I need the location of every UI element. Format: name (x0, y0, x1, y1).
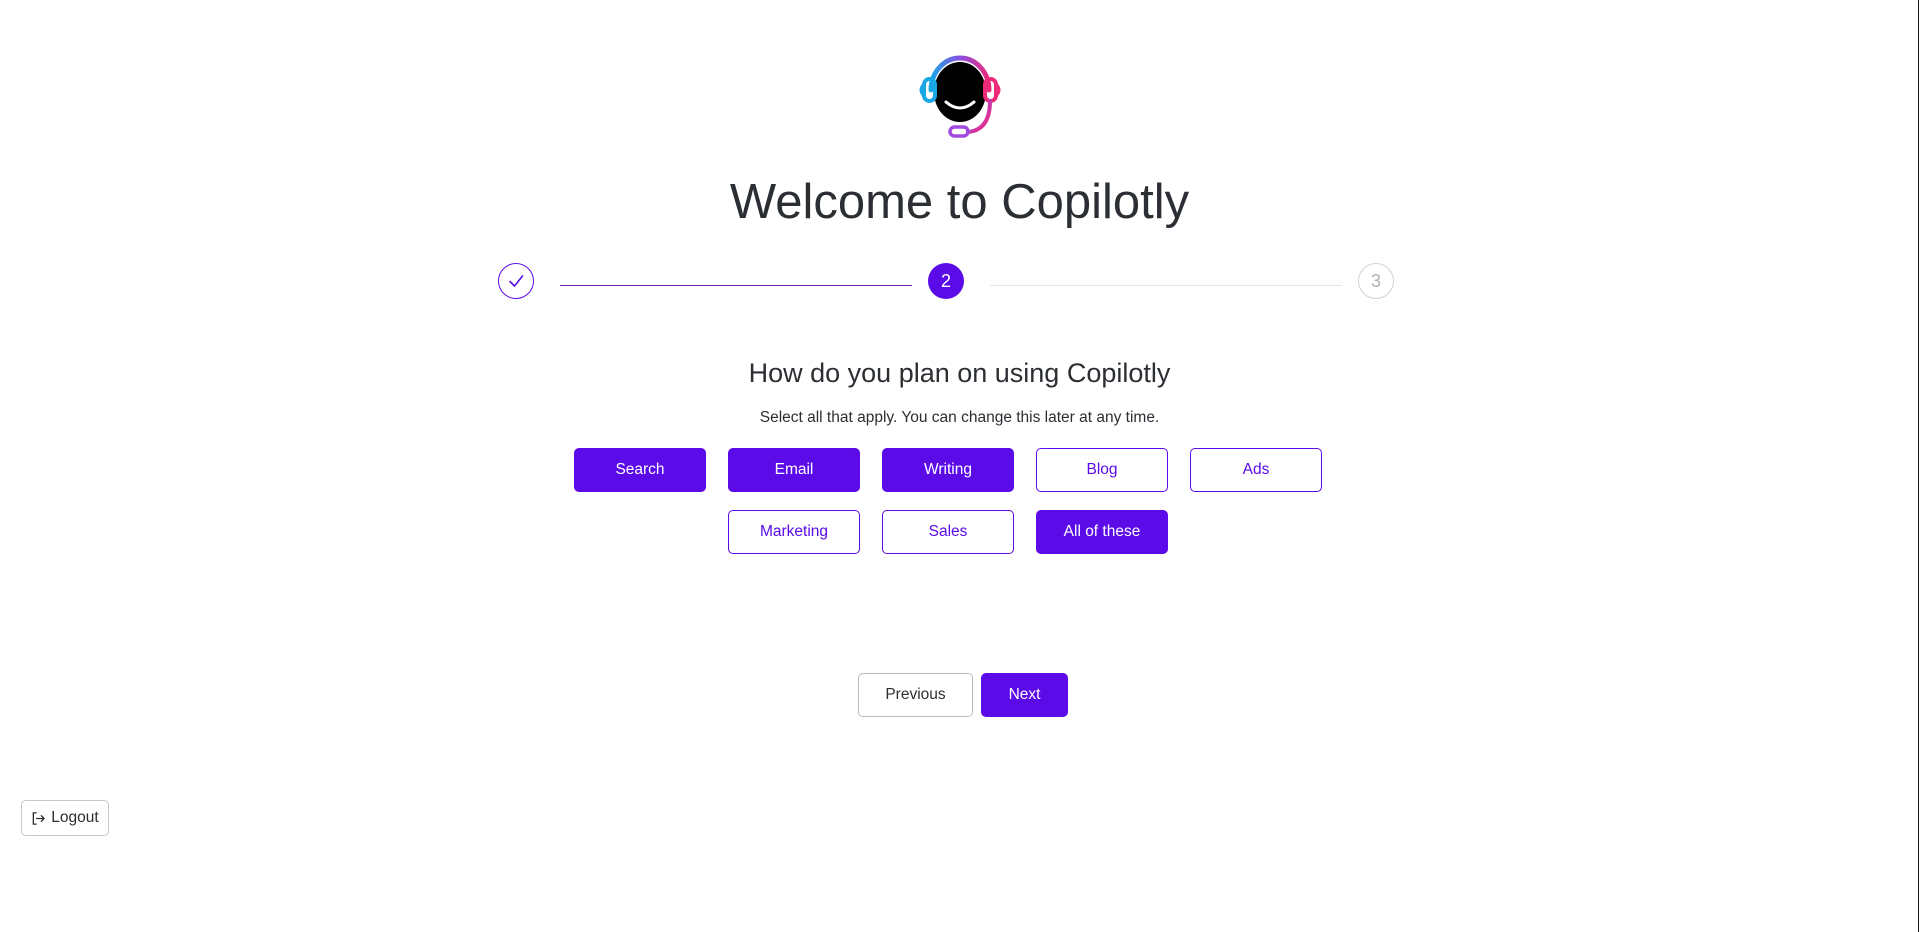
next-button[interactable]: Next (981, 673, 1068, 717)
option-blog[interactable]: Blog (1036, 448, 1168, 492)
option-email[interactable]: Email (728, 448, 860, 492)
headset-smile-icon (919, 55, 1001, 138)
checkmark-icon (509, 275, 524, 287)
step-2-indicator: 2 (928, 263, 964, 299)
step-3-label: 3 (1370, 270, 1381, 291)
step-2-label: 2 (940, 270, 951, 291)
step-3-indicator: 3 (1358, 263, 1394, 299)
onboarding-page: Welcome to Copilotly 2 3 How do you plan… (0, 0, 1919, 932)
logout-icon (32, 811, 46, 825)
step-1-indicator (498, 263, 534, 299)
stepper-connector-upcoming (990, 285, 1342, 286)
option-sales[interactable]: Sales (882, 510, 1014, 554)
stepper-connector-completed (560, 285, 912, 286)
option-marketing[interactable]: Marketing (728, 510, 860, 554)
logout-button[interactable]: Logout (21, 800, 109, 836)
previous-button[interactable]: Previous (858, 673, 973, 717)
option-writing[interactable]: Writing (882, 448, 1014, 492)
welcome-title: Welcome to Copilotly (729, 175, 1190, 229)
option-search[interactable]: Search (574, 448, 706, 492)
usage-question: How do you plan on using Copilotly (748, 358, 1171, 388)
option-ads[interactable]: Ads (1190, 448, 1322, 492)
option-all-of-these[interactable]: All of these (1036, 510, 1168, 554)
usage-hint: Select all that apply. You can change th… (759, 409, 1160, 426)
logout-label: Logout (51, 809, 99, 826)
